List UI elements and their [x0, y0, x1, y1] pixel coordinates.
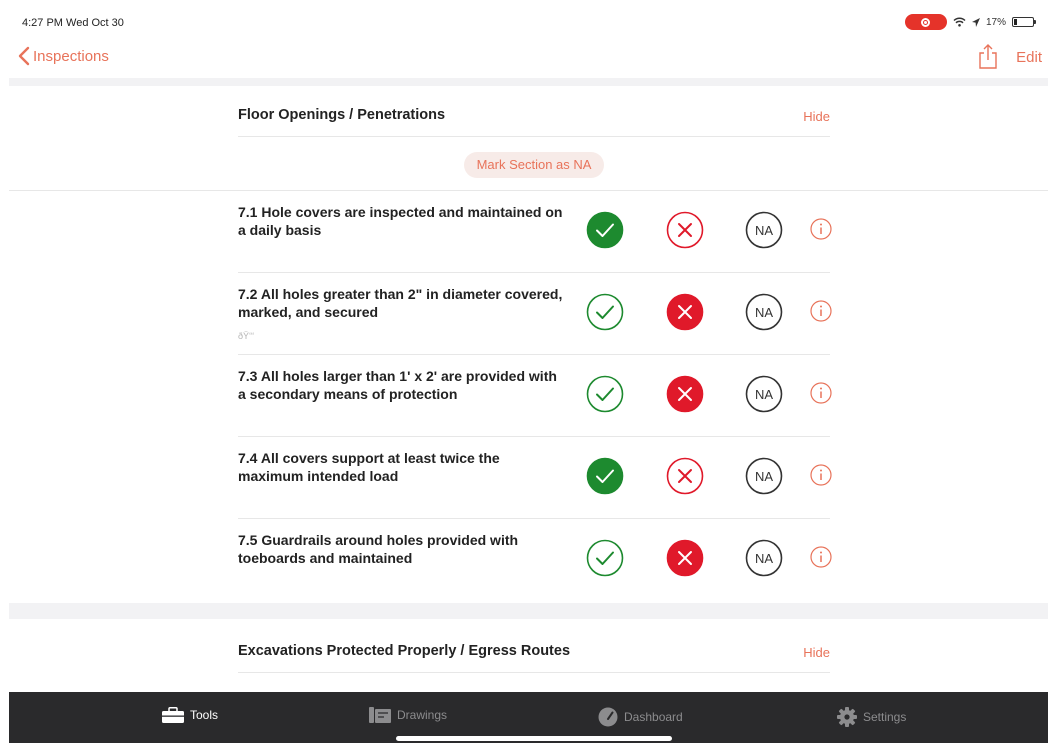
no-x-button[interactable]	[666, 293, 704, 331]
gear-icon	[837, 707, 857, 727]
battery-percent: 17%	[985, 16, 1006, 28]
na-button[interactable]: NA	[745, 293, 783, 331]
chevron-left-icon	[18, 46, 30, 66]
hide-section-button[interactable]: Hide	[803, 109, 830, 124]
no-x-button[interactable]	[666, 457, 704, 495]
edit-button[interactable]: Edit	[1016, 49, 1042, 66]
na-label: NA	[755, 223, 773, 238]
na-button[interactable]: NA	[745, 457, 783, 495]
back-button[interactable]: Inspections	[18, 46, 109, 66]
dashboard-icon	[598, 707, 618, 727]
question-text: 7.2 All holes greater than 2" in diamete…	[238, 286, 563, 320]
share-icon[interactable]	[978, 44, 998, 70]
checklist-card: 7.1 Hole covers are inspected and mainta…	[9, 191, 1048, 603]
tab-drawings[interactable]: Drawings	[369, 707, 447, 723]
checklist-row: 7.5 Guardrails around holes provided wit…	[238, 519, 832, 601]
na-button[interactable]: NA	[745, 539, 783, 577]
na-label: NA	[755, 469, 773, 484]
status-indicators: 17%	[904, 14, 1036, 30]
yes-check-button[interactable]	[586, 457, 624, 495]
checklist-row: 7.3 All holes larger than 1' x 2' are pr…	[238, 355, 832, 437]
section-title: Excavations Protected Properly / Egress …	[238, 643, 571, 659]
question-text: 7.4 All covers support at least twice th…	[238, 450, 500, 484]
battery-icon	[1012, 17, 1036, 27]
no-x-button[interactable]	[666, 375, 704, 413]
tab-label: Dashboard	[624, 710, 683, 724]
question-text: 7.5 Guardrails around holes provided wit…	[238, 532, 519, 566]
yes-check-button[interactable]	[586, 539, 624, 577]
info-icon[interactable]	[810, 464, 832, 486]
info-icon[interactable]	[810, 218, 832, 240]
navigation-bar: Inspections Edit	[0, 40, 1048, 78]
back-button-label: Inspections	[33, 47, 109, 65]
section-header-card: Floor Openings / Penetrations Hide Mark …	[9, 86, 1048, 191]
divider	[238, 136, 830, 137]
tab-tools[interactable]: Tools	[162, 707, 218, 723]
yes-check-button[interactable]	[586, 293, 624, 331]
na-label: NA	[755, 551, 773, 566]
tab-label: Drawings	[397, 708, 448, 722]
location-icon	[971, 17, 980, 27]
question-text: 7.1 Hole covers are inspected and mainta…	[238, 204, 563, 238]
question-text: 7.3 All holes larger than 1' x 2' are pr…	[238, 368, 557, 402]
checklist-row: 7.2 All holes greater than 2" in diamete…	[238, 273, 832, 355]
mark-section-na-button[interactable]: Mark Section as NA	[464, 152, 604, 178]
info-icon[interactable]	[810, 300, 832, 322]
info-icon[interactable]	[810, 382, 832, 404]
section-header-card: Excavations Protected Properly / Egress …	[9, 619, 1048, 692]
no-x-button[interactable]	[666, 539, 704, 577]
glasses-icon: ðŸ‘“	[238, 331, 255, 341]
info-icon[interactable]	[810, 546, 832, 568]
na-button[interactable]: NA	[745, 211, 783, 249]
tab-dashboard[interactable]: Dashboard	[598, 707, 683, 727]
na-label: NA	[755, 305, 773, 320]
tab-settings[interactable]: Settings	[837, 707, 906, 727]
tab-label: Tools	[190, 708, 219, 722]
wifi-icon	[953, 17, 966, 27]
drawings-icon	[369, 707, 391, 723]
status-time: 4:27 PM Wed Oct 30	[22, 17, 124, 29]
no-x-button[interactable]	[666, 211, 704, 249]
screen-recording-icon	[904, 14, 947, 30]
yes-check-button[interactable]	[586, 211, 624, 249]
divider	[238, 672, 830, 673]
checklist-row: 7.4 All covers support at least twice th…	[238, 437, 832, 519]
hide-section-button[interactable]: Hide	[803, 645, 830, 660]
status-bar: 4:27 PM Wed Oct 30 17%	[0, 0, 1048, 40]
inspection-content[interactable]: Floor Openings / Penetrations Hide Mark …	[9, 78, 1048, 692]
toolbox-icon	[162, 707, 184, 723]
tab-bar: Tools Drawings Dashboard Settings	[9, 692, 1048, 743]
na-label: NA	[755, 387, 773, 402]
tab-label: Settings	[863, 710, 907, 724]
yes-check-button[interactable]	[586, 375, 624, 413]
home-indicator[interactable]	[396, 736, 672, 741]
checklist-row: 7.1 Hole covers are inspected and mainta…	[238, 191, 832, 273]
na-button[interactable]: NA	[745, 375, 783, 413]
section-title: Floor Openings / Penetrations	[238, 107, 446, 123]
